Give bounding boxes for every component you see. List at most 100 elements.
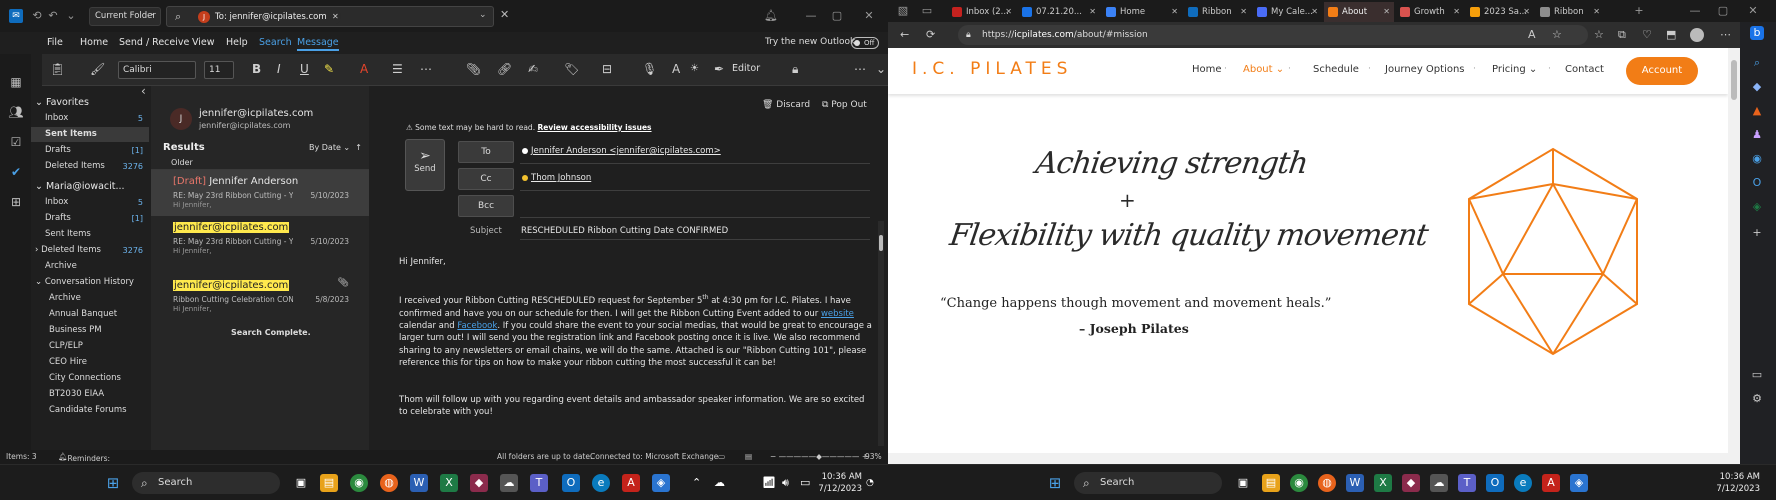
tab-close-icon[interactable]: ✕ [1311, 2, 1318, 22]
editor-button[interactable]: Editor [732, 63, 760, 74]
file-explorer-icon[interactable]: ▤ [320, 474, 338, 492]
list-item[interactable]: jennifer@icpilates.com RE: May 23rd Ribb… [151, 216, 369, 262]
font-name-dropdown[interactable]: Calibri [118, 61, 196, 79]
cloud-icon[interactable]: ☁ [1430, 474, 1448, 492]
paste-icon[interactable]: 📋︎ [50, 62, 65, 76]
add-sidebar-app-icon[interactable]: + [1750, 226, 1764, 240]
signature-icon[interactable]: ✍ [528, 62, 538, 76]
tags-icon[interactable]: 🏷︎ [564, 62, 579, 76]
qat-dropdown-icon[interactable]: ⌄ [64, 9, 78, 23]
volume-icon[interactable]: 🔊︎ [782, 474, 789, 492]
search-recipient-chip[interactable]: J To: jennifer@icpilates.com ✕ [197, 10, 341, 24]
folder-item[interactable]: CEO Hire [31, 355, 149, 370]
firefox-icon[interactable]: ◍ [1318, 474, 1336, 492]
edge-icon[interactable]: e [1514, 474, 1532, 492]
task-view-icon[interactable]: ▣ [1234, 474, 1252, 492]
normal-view-icon[interactable]: ▭ [718, 452, 725, 461]
games-icon[interactable]: ♟ [1750, 128, 1764, 142]
menu-file[interactable]: File [47, 37, 63, 48]
folder-item[interactable]: Inbox 5 [31, 195, 149, 210]
teams-icon[interactable]: T [1458, 474, 1476, 492]
close-window-icon[interactable]: ✕ [1746, 4, 1760, 18]
group-header-older[interactable]: Older [151, 156, 369, 170]
message-body[interactable]: Hi Jennifer, I received your Ribbon Cutt… [399, 256, 874, 446]
folder-item[interactable]: CLP/ELP [31, 339, 149, 354]
shopping-icon[interactable]: ◆ [1750, 80, 1764, 94]
folder-group-header[interactable]: ⌄ Maria@iowacit... [31, 179, 149, 194]
onedrive-icon[interactable]: ☁ [714, 474, 725, 492]
todo-icon[interactable]: ✔ [8, 164, 24, 180]
account-button[interactable]: Account [1626, 57, 1698, 85]
maximize-icon[interactable]: ▢ [1716, 4, 1730, 18]
folder-item[interactable]: Deleted Items 3276 [31, 159, 149, 174]
profile-avatar[interactable] [1690, 28, 1704, 42]
favorites-icon[interactable]: ☆ [1594, 28, 1604, 41]
undo-all-icon[interactable]: ⟲ [30, 9, 44, 23]
menu-home[interactable]: Home [80, 37, 108, 48]
body-scrollbar[interactable] [878, 221, 884, 446]
nav-contact[interactable]: Contact [1565, 64, 1604, 75]
task-view-icon[interactable]: ▣ [292, 474, 310, 492]
notification-icon[interactable]: ◔ [866, 474, 874, 492]
app-icon[interactable]: ◆ [1402, 474, 1420, 492]
new-tab-icon[interactable]: + [1632, 4, 1646, 18]
format-painter-icon[interactable]: 🖌︎ [90, 62, 105, 76]
cc-recipient[interactable]: Thom Johnson [522, 173, 591, 183]
discard-button[interactable]: 🗑︎ Discard [762, 100, 810, 110]
nav-about[interactable]: About ⌄ [1243, 64, 1284, 75]
new-outlook-toggle[interactable]: Off [851, 37, 879, 49]
workspaces-icon[interactable]: ▧ [896, 4, 910, 18]
office-icon[interactable]: ◉ [1750, 152, 1764, 166]
sidebar-settings-icon[interactable]: ⚙ [1750, 392, 1764, 406]
menu-send-receive[interactable]: Send / Receive [119, 37, 189, 48]
insert-icon[interactable]: ⊟ [602, 62, 612, 76]
folder-item[interactable]: Archive [31, 259, 149, 274]
more-format-icon[interactable]: ⋯ [420, 62, 432, 76]
reading-view-icon[interactable]: ▤ [745, 452, 752, 461]
attach-icon[interactable]: 📎︎ [466, 62, 481, 76]
to-button[interactable]: To [458, 141, 514, 163]
more-ribbon-icon[interactable]: ⋯ [854, 62, 866, 76]
firefox-icon[interactable]: ◍ [380, 474, 398, 492]
browser-tab[interactable]: About ✕ [1324, 2, 1394, 22]
menu-message[interactable]: Message [297, 37, 339, 51]
word-icon[interactable]: W [410, 474, 428, 492]
acrobat-icon[interactable]: A [622, 474, 640, 492]
folder-item[interactable]: BT2030 EIAA [31, 387, 149, 402]
tab-close-icon[interactable]: ✕ [1523, 2, 1530, 22]
search-options-icon[interactable]: ⌄ [479, 10, 487, 20]
browser-tab[interactable]: 07.21.20... ✕ [1018, 2, 1100, 22]
nav-home[interactable]: Home [1192, 64, 1222, 75]
lock-icon[interactable]: 🔒︎ [966, 25, 971, 45]
folder-item[interactable]: Inbox 5 [31, 111, 149, 126]
nav-journey-options[interactable]: Journey Options [1385, 64, 1465, 75]
close-search-icon[interactable]: ✕ [500, 8, 509, 21]
url-bar[interactable]: 🔒︎ https://icpilates.com/about/#mission [958, 25, 1588, 45]
browser-tab[interactable]: Ribbon ✕ [1536, 2, 1604, 22]
nav-pricing[interactable]: Pricing ⌄ [1492, 64, 1537, 75]
calendar-icon[interactable]: ▦ [8, 74, 24, 90]
teams-icon[interactable]: T [530, 474, 548, 492]
nav-schedule[interactable]: Schedule [1313, 64, 1359, 75]
facebook-link[interactable]: Facebook [457, 321, 497, 331]
bullets-icon[interactable]: ☰ [392, 62, 403, 76]
maximize-icon[interactable]: ▢ [830, 9, 844, 23]
tab-close-icon[interactable]: ✕ [1171, 2, 1178, 22]
back-icon[interactable]: ← [900, 28, 909, 41]
acrobat-icon[interactable]: A [1542, 474, 1560, 492]
apps-icon[interactable]: ⊞ [8, 194, 24, 210]
windows-start-icon[interactable]: ⊞ [1046, 474, 1064, 492]
chrome-icon[interactable]: ◉ [1290, 474, 1308, 492]
downloads-icon[interactable]: ⬒ [1666, 28, 1676, 41]
horizontal-scrollbar[interactable] [888, 453, 1740, 464]
clock[interactable]: 10:36 AM 7/12/2023 [812, 471, 862, 495]
browser-tab[interactable]: Ribbon ✕ [1184, 2, 1251, 22]
review-accessibility-link[interactable]: Review accessibility issues [537, 123, 651, 132]
hide-sidebar-icon[interactable]: ▭ [1750, 368, 1764, 382]
minimize-icon[interactable]: — [804, 9, 818, 23]
site-logo[interactable]: I.C. PILATES [912, 59, 1072, 79]
to-recipient[interactable]: Jennifer Anderson <jennifer@icpilates.co… [522, 146, 721, 156]
sort-dropdown[interactable]: By Date ⌄ ↑ [309, 143, 362, 152]
extensions-icon[interactable]: ♡ [1642, 28, 1652, 41]
browser-tab[interactable]: 2023 Sa... ✕ [1466, 2, 1534, 22]
